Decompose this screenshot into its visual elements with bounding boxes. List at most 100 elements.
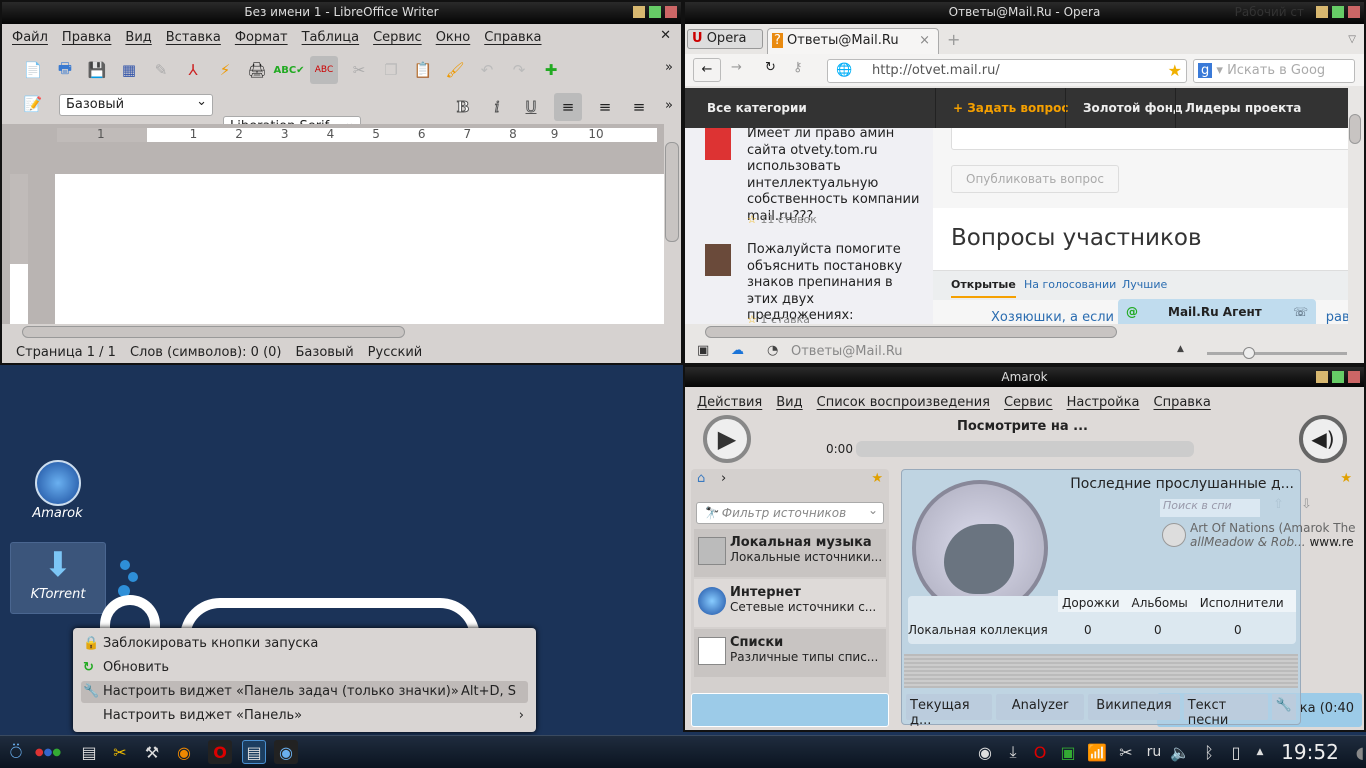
- status-page[interactable]: Страница 1 / 1: [16, 345, 116, 360]
- menu-help[interactable]: Справка: [1154, 395, 1211, 410]
- paste-icon[interactable]: 📋: [412, 59, 434, 81]
- underline-icon[interactable]: U: [520, 96, 542, 118]
- copy-icon[interactable]: ❐: [380, 59, 402, 81]
- maximize-button[interactable]: [1332, 371, 1344, 383]
- maximize-button[interactable]: [1332, 6, 1344, 18]
- minimize-button[interactable]: [633, 6, 645, 18]
- menu-tools[interactable]: Сервис: [373, 30, 422, 45]
- settings-icon[interactable]: ✂: [108, 740, 132, 764]
- menu-insert[interactable]: Вставка: [166, 30, 221, 45]
- task-writer[interactable]: ▤: [242, 740, 266, 764]
- menu-tools[interactable]: Сервис: [1004, 395, 1053, 410]
- menu-file[interactable]: Файл: [12, 30, 48, 45]
- status-up-icon[interactable]: ▲: [1177, 344, 1184, 354]
- configure-applets-icon[interactable]: 🔧: [1271, 694, 1296, 720]
- desktop-icon-amarok[interactable]: Amarok: [20, 460, 95, 521]
- wifi-icon[interactable]: 📶: [1085, 740, 1109, 764]
- breadcrumb-arrow-icon[interactable]: ›: [721, 471, 726, 486]
- back-icon[interactable]: ←: [693, 58, 721, 82]
- italic-icon[interactable]: i: [486, 96, 508, 118]
- menu-help[interactable]: Справка: [484, 30, 541, 45]
- bluetooth-icon[interactable]: ᛒ: [1197, 740, 1221, 764]
- tray-amarok-icon[interactable]: ◉: [973, 740, 997, 764]
- mail-agent-bar[interactable]: @ Mail.Ru Агент ☏: [1118, 299, 1316, 324]
- menu-settings[interactable]: Настройка: [1067, 395, 1140, 410]
- print-icon[interactable]: 🖶: [54, 59, 76, 81]
- cut-icon[interactable]: ✂: [348, 59, 370, 81]
- playlist-bookmark-icon[interactable]: ★: [1340, 471, 1352, 486]
- align-center-icon[interactable]: ≡: [594, 96, 616, 118]
- clock[interactable]: 19:52: [1278, 740, 1342, 764]
- opera-titlebar[interactable]: Ответы@Mail.Ru - Opera Рабочий ст: [685, 2, 1364, 24]
- print-preview-icon[interactable]: 🖨: [246, 59, 268, 81]
- task-opera[interactable]: O: [208, 740, 232, 764]
- insert-icon[interactable]: ✚: [540, 59, 562, 81]
- align-right-icon[interactable]: ≡: [628, 96, 650, 118]
- menu-view[interactable]: Вид: [125, 30, 151, 45]
- tray-download-icon[interactable]: ⤓: [1001, 740, 1025, 764]
- question-textarea[interactable]: [951, 128, 1348, 150]
- opera-menu-button[interactable]: U Opera: [687, 29, 763, 49]
- edit-icon[interactable]: ✎: [150, 59, 172, 81]
- menu-window[interactable]: Окно: [436, 30, 471, 45]
- menu-item-refresh[interactable]: ↻ Обновить: [81, 657, 528, 679]
- forward-icon[interactable]: →: [731, 60, 742, 75]
- new-tab-icon[interactable]: +: [947, 30, 960, 49]
- ruler[interactable]: 1 1 2 3 4 5 6 7 8 9 10: [2, 124, 664, 146]
- status-style[interactable]: Базовый: [296, 345, 354, 360]
- applet-tab-current-track[interactable]: Текущая д...: [906, 694, 992, 728]
- tray-app-icon[interactable]: ▣: [1056, 740, 1080, 764]
- close-document-icon[interactable]: ✕: [660, 28, 671, 43]
- progress-bar[interactable]: [856, 441, 1194, 457]
- menu-playlist[interactable]: Список воспроизведения: [817, 395, 990, 410]
- minimize-button[interactable]: [1316, 6, 1328, 18]
- play-button[interactable]: ▶: [703, 415, 751, 463]
- firefox-icon[interactable]: ◉: [172, 740, 196, 764]
- turbo-icon[interactable]: ◔: [767, 343, 778, 358]
- autospellcheck-icon[interactable]: ABC: [310, 56, 338, 84]
- export-pdf-icon[interactable]: ⅄: [182, 59, 204, 81]
- nav-ask-question[interactable]: + Задать вопрос: [953, 101, 1068, 115]
- home-icon[interactable]: ⌂: [697, 471, 705, 486]
- volume-button[interactable]: ◀): [1299, 415, 1347, 463]
- menu-view[interactable]: Вид: [776, 395, 802, 410]
- move-down-icon[interactable]: ⇩: [1301, 497, 1312, 512]
- menu-actions[interactable]: Действия: [697, 395, 762, 410]
- panel-toggle-icon[interactable]: ▣: [697, 343, 709, 358]
- document-page[interactable]: [55, 174, 664, 324]
- styles-icon[interactable]: 📝: [22, 93, 44, 115]
- close-button[interactable]: [1348, 6, 1360, 18]
- menu-item-lock-launchers[interactable]: 🔒 Заблокировать кнопки запуска: [81, 633, 528, 655]
- horizontal-scrollbar[interactable]: [22, 326, 405, 338]
- vertical-scrollbar[interactable]: [665, 142, 679, 242]
- collection-name[interactable]: Локальная коллекция: [908, 623, 1048, 637]
- page-vertical-scrollbar[interactable]: [1349, 114, 1361, 144]
- menu-item-configure-panel[interactable]: Настроить виджет «Панель» ›: [81, 705, 528, 727]
- status-words[interactable]: Слов (символов): 0 (0): [130, 345, 282, 360]
- redo-icon[interactable]: ↷: [508, 59, 530, 81]
- opera-link-icon[interactable]: ☁: [731, 343, 744, 358]
- applet-tab-lyrics[interactable]: Текст песни: [1183, 694, 1268, 728]
- bookmark-star-icon[interactable]: ★: [1168, 61, 1182, 80]
- close-tab-icon[interactable]: ×: [919, 29, 930, 53]
- align-left-icon[interactable]: ≡: [554, 93, 582, 121]
- close-button[interactable]: [665, 6, 677, 18]
- status-language[interactable]: Русский: [368, 345, 423, 360]
- volume-icon[interactable]: 🔈: [1168, 740, 1192, 764]
- spellcheck-icon[interactable]: ABC✔: [273, 59, 304, 81]
- keyboard-layout[interactable]: ru: [1142, 740, 1166, 764]
- tab-best[interactable]: Лучшие: [1122, 278, 1167, 291]
- new-document-icon[interactable]: 📄: [22, 59, 44, 81]
- amarok-titlebar[interactable]: Amarok: [685, 367, 1364, 387]
- minimize-button[interactable]: [1316, 371, 1328, 383]
- klipper-icon[interactable]: ✂: [1114, 740, 1138, 764]
- undo-icon[interactable]: ↶: [476, 59, 498, 81]
- search-box[interactable]: g ▾ Искать в Goog: [1193, 59, 1355, 83]
- desktop-icon-ktorrent[interactable]: ⬇ KTorrent: [10, 542, 106, 614]
- source-local-music[interactable]: Локальная музыка Локальные источники...: [694, 529, 886, 577]
- zoom-slider[interactable]: [1207, 347, 1347, 359]
- task-amarok[interactable]: ◉: [274, 740, 298, 764]
- source-playlists[interactable]: Списки Различные типы спис...: [694, 629, 886, 677]
- tab-voting[interactable]: На голосовании: [1024, 278, 1116, 291]
- source-internet[interactable]: Интернет Сетевые источники с...: [694, 579, 886, 627]
